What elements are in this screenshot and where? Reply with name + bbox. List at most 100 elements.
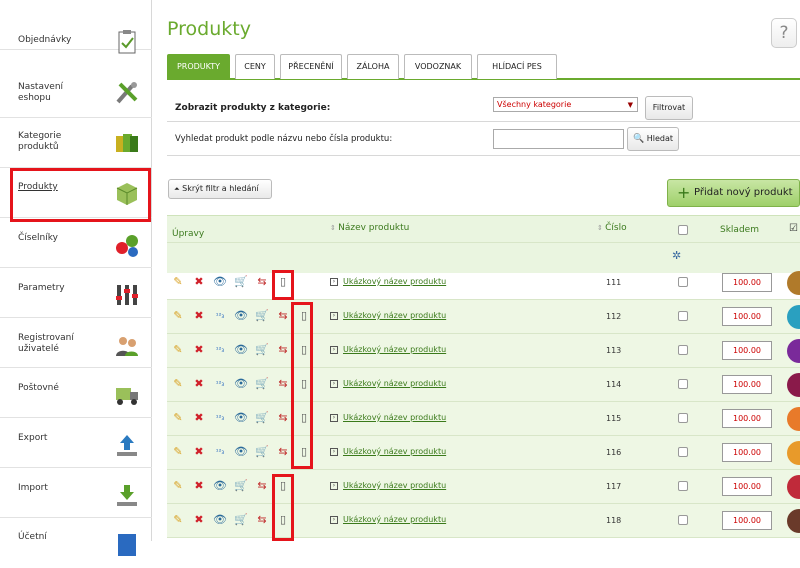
- delete-icon[interactable]: ✖: [192, 411, 206, 425]
- edit-pencil-icon[interactable]: ✎: [171, 411, 185, 425]
- label-tag-icon[interactable]: ▯: [297, 309, 311, 323]
- select-all-checkbox[interactable]: [678, 225, 688, 235]
- row-checkbox[interactable]: [678, 311, 688, 321]
- sidebar-item-categories[interactable]: Kategorie produktů: [0, 118, 152, 168]
- view-eye-icon[interactable]: 👁: [234, 343, 248, 357]
- numbering-icon[interactable]: ¹²₃: [213, 377, 227, 391]
- product-name-link[interactable]: › Ukázkový název produktu: [330, 447, 446, 456]
- row-checkbox[interactable]: [678, 515, 688, 525]
- number-header[interactable]: ⇕ Číslo: [597, 223, 627, 233]
- tab-prices[interactable]: CENY: [235, 54, 275, 79]
- sidebar-item-shipping[interactable]: Poštovné: [0, 368, 152, 418]
- stock-input[interactable]: 100.00: [722, 443, 772, 462]
- search-input[interactable]: [493, 129, 624, 149]
- delete-icon[interactable]: ✖: [192, 275, 206, 289]
- view-eye-icon[interactable]: 👁: [213, 513, 227, 527]
- label-tag-icon[interactable]: ▯: [297, 411, 311, 425]
- sidebar-item-parameters[interactable]: Parametry: [0, 268, 152, 318]
- tab-repricing[interactable]: PŘECENĚNÍ: [280, 54, 342, 79]
- sidebar-item-import[interactable]: Import: [0, 468, 152, 518]
- cart-icon[interactable]: 🛒: [234, 275, 248, 289]
- cart-icon[interactable]: 🛒: [234, 479, 248, 493]
- delete-icon[interactable]: ✖: [192, 343, 206, 357]
- row-checkbox[interactable]: [678, 277, 688, 287]
- stock-input[interactable]: 100.00: [722, 477, 772, 496]
- transfer-arrows-icon[interactable]: ⇆: [276, 309, 290, 323]
- sidebar-item-products[interactable]: Produkty: [0, 168, 152, 218]
- settings-gear-icon[interactable]: ✲: [672, 249, 681, 262]
- product-name-link[interactable]: › Ukázkový název produktu: [330, 345, 446, 354]
- row-checkbox[interactable]: [678, 413, 688, 423]
- transfer-arrows-icon[interactable]: ⇆: [276, 411, 290, 425]
- product-name-link[interactable]: › Ukázkový název produktu: [330, 515, 446, 524]
- transfer-arrows-icon[interactable]: ⇆: [276, 377, 290, 391]
- cart-icon[interactable]: 🛒: [255, 377, 269, 391]
- cart-icon[interactable]: 🛒: [255, 445, 269, 459]
- label-tag-icon[interactable]: ▯: [297, 343, 311, 357]
- numbering-icon[interactable]: ¹²₃: [213, 411, 227, 425]
- checkbox-checked-icon[interactable]: ☑: [789, 223, 798, 234]
- row-checkbox[interactable]: [678, 345, 688, 355]
- tab-watermark[interactable]: VODOZNAK: [404, 54, 472, 79]
- search-button[interactable]: 🔍 Hledat: [627, 127, 679, 151]
- sidebar-item-orders[interactable]: Objednávky: [0, 0, 152, 54]
- sidebar-item-codelists[interactable]: Číselníky: [0, 218, 152, 268]
- stock-input[interactable]: 100.00: [722, 511, 772, 530]
- delete-icon[interactable]: ✖: [192, 479, 206, 493]
- delete-icon[interactable]: ✖: [192, 445, 206, 459]
- tab-products[interactable]: PRODUKTY: [167, 54, 230, 79]
- help-button[interactable]: ?: [771, 18, 797, 48]
- stock-input[interactable]: 100.00: [722, 375, 772, 394]
- label-tag-icon[interactable]: ▯: [297, 445, 311, 459]
- sidebar-item-eshop-settings[interactable]: Nastavení eshopu: [0, 68, 152, 118]
- numbering-icon[interactable]: ¹²₃: [213, 309, 227, 323]
- edit-pencil-icon[interactable]: ✎: [171, 513, 185, 527]
- filter-button[interactable]: Filtrovat: [645, 96, 693, 120]
- edit-pencil-icon[interactable]: ✎: [171, 275, 185, 289]
- product-name-link[interactable]: › Ukázkový název produktu: [330, 311, 446, 320]
- row-checkbox[interactable]: [678, 481, 688, 491]
- product-name-link[interactable]: › Ukázkový název produktu: [330, 379, 446, 388]
- numbering-icon[interactable]: ¹²₃: [213, 445, 227, 459]
- sidebar-item-export[interactable]: Export: [0, 418, 152, 468]
- cart-icon[interactable]: 🛒: [255, 309, 269, 323]
- cart-icon[interactable]: 🛒: [234, 513, 248, 527]
- view-eye-icon[interactable]: 👁: [234, 309, 248, 323]
- stock-input[interactable]: 100.00: [722, 273, 772, 292]
- delete-icon[interactable]: ✖: [192, 309, 206, 323]
- tab-backup[interactable]: ZÁLOHA: [347, 54, 399, 79]
- transfer-arrows-icon[interactable]: ⇆: [255, 275, 269, 289]
- sidebar-item-accounting[interactable]: Účetní: [0, 518, 152, 568]
- view-eye-icon[interactable]: 👁: [234, 445, 248, 459]
- product-name-link[interactable]: › Ukázkový název produktu: [330, 481, 446, 490]
- view-eye-icon[interactable]: 👁: [234, 411, 248, 425]
- label-tag-icon[interactable]: ▯: [297, 377, 311, 391]
- view-eye-icon[interactable]: 👁: [234, 377, 248, 391]
- product-name-link[interactable]: › Ukázkový název produktu: [330, 413, 446, 422]
- delete-icon[interactable]: ✖: [192, 513, 206, 527]
- cart-icon[interactable]: 🛒: [255, 343, 269, 357]
- cart-icon[interactable]: 🛒: [255, 411, 269, 425]
- edit-pencil-icon[interactable]: ✎: [171, 445, 185, 459]
- sidebar-item-registered-users[interactable]: Registrovaní uživatelé: [0, 318, 152, 368]
- stock-input[interactable]: 100.00: [722, 409, 772, 428]
- edit-pencil-icon[interactable]: ✎: [171, 343, 185, 357]
- row-checkbox[interactable]: [678, 447, 688, 457]
- view-eye-icon[interactable]: 👁: [213, 479, 227, 493]
- transfer-arrows-icon[interactable]: ⇆: [255, 513, 269, 527]
- hide-filter-button[interactable]: ⏶ Skrýt filtr a hledání: [168, 179, 272, 199]
- add-product-button[interactable]: + Přidat nový produkt: [667, 179, 800, 207]
- name-header[interactable]: ⇕ Název produktu: [330, 223, 409, 233]
- row-checkbox[interactable]: [678, 379, 688, 389]
- transfer-arrows-icon[interactable]: ⇆: [255, 479, 269, 493]
- stock-input[interactable]: 100.00: [722, 341, 772, 360]
- label-tag-icon[interactable]: ▯: [276, 275, 290, 289]
- numbering-icon[interactable]: ¹²₃: [213, 343, 227, 357]
- transfer-arrows-icon[interactable]: ⇆: [276, 343, 290, 357]
- edit-pencil-icon[interactable]: ✎: [171, 377, 185, 391]
- tab-watchdog[interactable]: HLÍDACÍ PES: [477, 54, 557, 79]
- category-select[interactable]: Všechny kategorie ▼: [493, 97, 638, 112]
- edit-pencil-icon[interactable]: ✎: [171, 479, 185, 493]
- transfer-arrows-icon[interactable]: ⇆: [276, 445, 290, 459]
- edit-pencil-icon[interactable]: ✎: [171, 309, 185, 323]
